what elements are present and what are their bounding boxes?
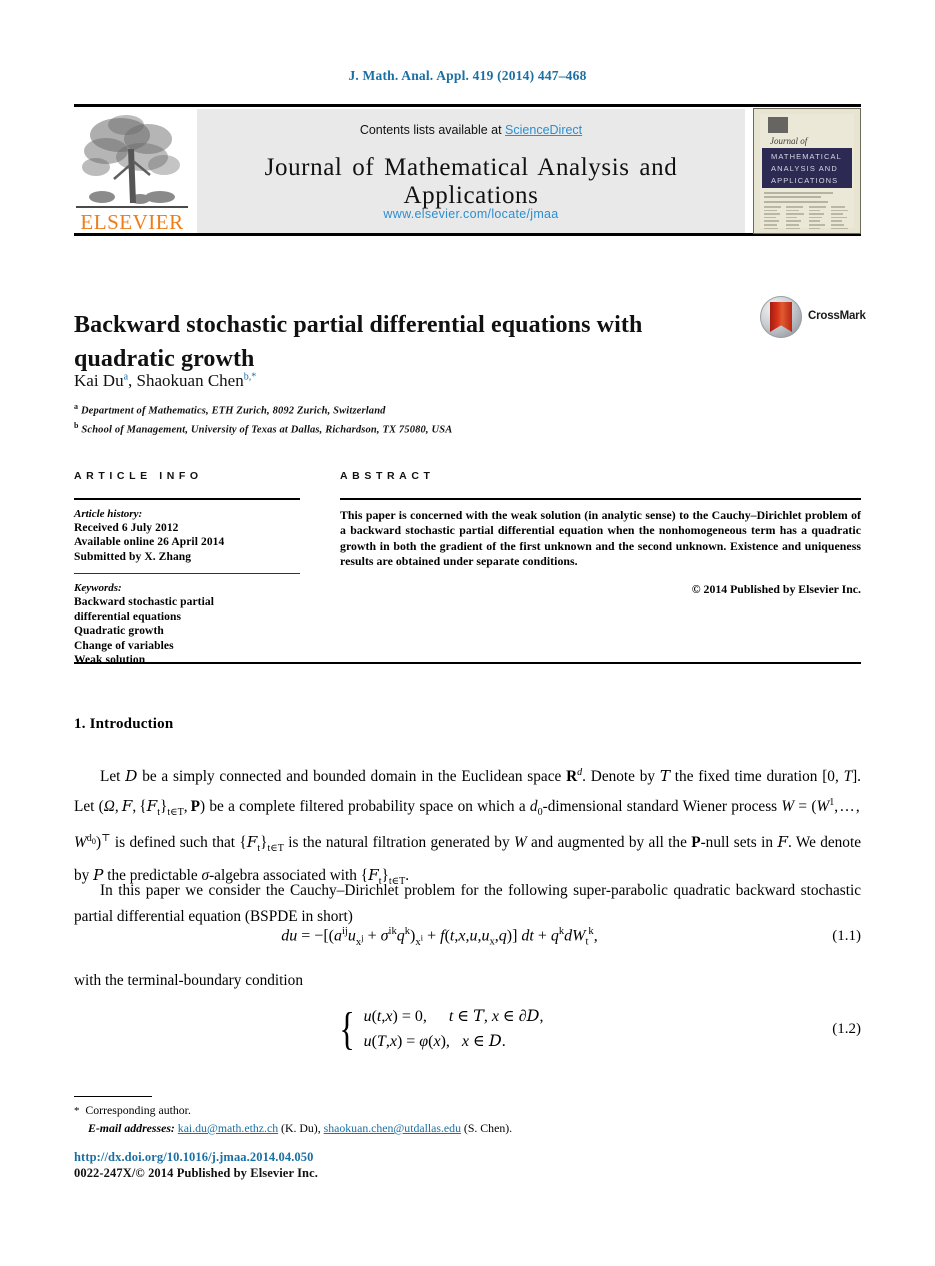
abstract-column: ABSTRACT This paper is concerned with th… <box>340 470 861 597</box>
affiliation-a-marker: a <box>74 402 79 411</box>
equation-1-2-line-1: u(t,x) = 0, t ∈ T, x ∈ ∂D, <box>363 1006 544 1025</box>
crossmark-ribbon-icon <box>770 302 792 332</box>
email-link-1[interactable]: kai.du@math.ethz.ch <box>178 1121 278 1135</box>
equation-1-1-number: (1.1) <box>832 928 861 945</box>
journal-homepage-link[interactable]: www.elsevier.com/locate/jmaa <box>197 207 745 221</box>
keyword-item: Weak solution <box>74 654 146 667</box>
system-brace: { <box>338 1003 355 1054</box>
intro-paragraph-1: Let D be a simply connected and bounded … <box>74 767 862 888</box>
abstract-body: This paper is concerned with the weak so… <box>340 507 861 569</box>
article-history-label: Article history: <box>74 507 143 520</box>
equation-1-1: du = −[(aijuxj + σikqk)xi + f(t,x,u,ux,q… <box>74 926 861 948</box>
cover-script-line: Journal of <box>770 136 808 146</box>
article-info-column: ARTICLE INFO Article history: Received 6… <box>74 470 300 668</box>
equation-1-2: { u(t,x) = 0, t ∈ T, x ∈ ∂D, u(T,x) = φ(x… <box>74 1004 861 1054</box>
keyword-item: differential equations <box>74 610 182 623</box>
affiliation-b: b School of Management, University of Te… <box>74 419 452 438</box>
asterisk-icon: * <box>74 1105 80 1117</box>
crossmark-badge[interactable]: CrossMark <box>760 296 870 338</box>
article-available-online: Available online 26 April 2014 <box>74 536 225 549</box>
footnote-rule <box>74 1096 152 1098</box>
contents-available-line: Contents lists available at ScienceDirec… <box>197 123 745 137</box>
author-2-affiliation-marker[interactable]: b,* <box>244 371 257 382</box>
crossmark-circle-icon <box>760 296 802 338</box>
footnote-corresponding-author: * Corresponding author. <box>74 1102 861 1120</box>
contents-prefix: Contents lists available at <box>359 123 506 137</box>
section-heading-introduction: 1. Introduction <box>74 716 174 732</box>
elsevier-tree-icon <box>76 115 188 208</box>
keyword-item: Backward stochastic partial <box>74 596 215 609</box>
author-name-2: Shaokuan Chen <box>136 371 244 390</box>
article-info-heading: ARTICLE INFO <box>74 470 203 482</box>
abstract-copyright: © 2014 Published by Elsevier Inc. <box>691 581 861 596</box>
intro-paragraph-2: In this paper we consider the Cauchy–Dir… <box>74 882 861 925</box>
cover-title-band: MATHEMATICAL ANALYSIS AND APPLICATIONS <box>762 148 852 188</box>
affiliation-a: a Department of Mathematics, ETH Zurich,… <box>74 400 452 419</box>
abstract-heading: ABSTRACT <box>340 470 435 482</box>
cover-band-line-2: ANALYSIS AND <box>771 164 838 173</box>
issn-copyright-line: 0022-247X/© 2014 Published by Elsevier I… <box>74 1166 318 1180</box>
sciencedirect-link[interactable]: ScienceDirect <box>505 123 582 137</box>
equation-1-2-number: (1.2) <box>832 1020 861 1037</box>
running-head: J. Math. Anal. Appl. 419 (2014) 447–468 <box>348 68 587 83</box>
cover-inner: Journal of MATHEMATICAL ANALYSIS AND APP… <box>760 114 854 231</box>
elsevier-logo: ELSEVIER <box>76 109 188 233</box>
masthead-top-rule <box>74 104 861 107</box>
article-submitted-by: Submitted by X. Zhang <box>74 550 192 563</box>
keyword-item: Quadratic growth <box>74 625 164 638</box>
cover-text-columns <box>764 206 850 231</box>
affiliation-b-marker: b <box>74 421 79 430</box>
journal-title: Journal of Mathematical Analysis and App… <box>264 154 678 209</box>
affiliation-list: a Department of Mathematics, ETH Zurich,… <box>74 400 452 438</box>
author-name-1: Kai Du <box>74 371 124 390</box>
author-list: Kai Dua, Shaokuan Chenb,* <box>74 371 256 391</box>
email-link-2[interactable]: shaokuan.chen@utdallas.edu <box>324 1121 461 1135</box>
abstract-rule <box>340 498 861 500</box>
masthead-bottom-rule <box>74 233 861 236</box>
article-received-date: Received 6 July 2012 <box>74 521 179 534</box>
cover-elsevier-mark-icon <box>768 117 788 133</box>
author-separator: , <box>128 371 137 390</box>
article-page: J. Math. Anal. Appl. 419 (2014) 447–468 <box>0 0 935 1266</box>
footnote-emails: E-mail addresses: kai.du@math.ethz.ch (K… <box>74 1120 861 1137</box>
elsevier-wordmark: ELSEVIER <box>80 210 184 234</box>
cover-band-line-3: APPLICATIONS <box>771 176 839 185</box>
abstract-bottom-rule <box>74 662 861 664</box>
journal-cover-thumbnail: Journal of MATHEMATICAL ANALYSIS AND APP… <box>753 108 861 234</box>
email-addresses-label: E-mail addresses: <box>88 1121 175 1135</box>
keyword-item: Change of variables <box>74 639 174 652</box>
article-info-rule <box>74 498 300 500</box>
equation-1-2-body: { u(t,x) = 0, t ∈ T, x ∈ ∂D, u(T,x) = φ(x… <box>74 1004 805 1054</box>
affiliation-a-text: Department of Mathematics, ETH Zurich, 8… <box>80 405 386 417</box>
journal-masthead: ELSEVIER Contents lists available at Sci… <box>74 104 861 236</box>
equation-1-1-body: du = −[(aijuxj + σikqk)xi + f(t,x,u,ux,q… <box>281 926 598 948</box>
cover-band-line-1: MATHEMATICAL <box>771 152 842 161</box>
email-2-owner: (S. Chen). <box>463 1121 513 1135</box>
affiliation-b-text: School of Management, University of Texa… <box>81 424 453 436</box>
intro-paragraph-3: with the terminal-boundary condition <box>74 972 303 989</box>
keywords-label: Keywords: <box>74 582 122 595</box>
page-title: Backward stochastic partial differential… <box>74 312 643 373</box>
corresponding-author-text: Corresponding author. <box>85 1103 191 1117</box>
cover-text-rows <box>764 192 850 205</box>
keywords-rule <box>74 573 300 575</box>
masthead-center-panel: Contents lists available at ScienceDirec… <box>197 109 745 233</box>
equation-1-2-line-2: u(T,x) = φ(x), x ∈ D. <box>363 1031 506 1050</box>
crossmark-label: CrossMark <box>808 310 866 322</box>
email-1-owner: (K. Du), <box>281 1121 321 1135</box>
footnote-block: * Corresponding author. E-mail addresses… <box>74 1102 861 1137</box>
doi-link[interactable]: http://dx.doi.org/10.1016/j.jmaa.2014.04… <box>74 1150 313 1165</box>
